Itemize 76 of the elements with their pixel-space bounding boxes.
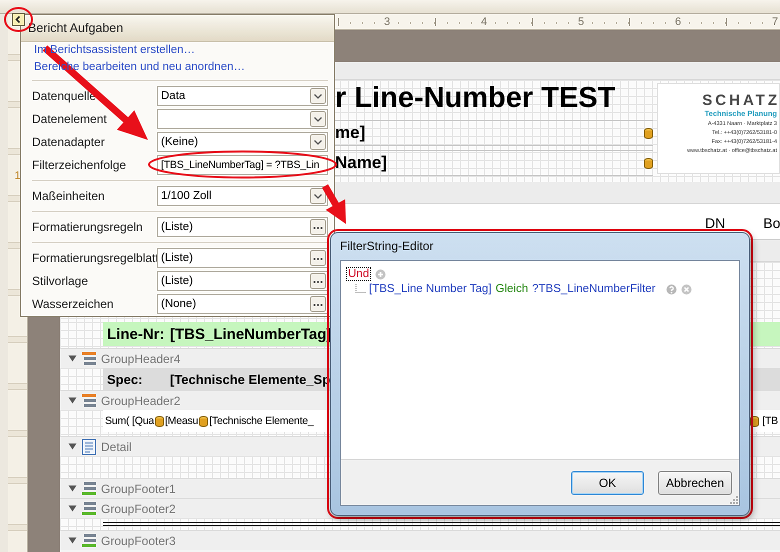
dialog-button[interactable]: OK — [571, 470, 644, 494]
property-label: Wasserzeichen — [32, 296, 115, 310]
property-label: Formatierungsregelblatt — [32, 250, 157, 264]
field-text: [TB — [762, 415, 778, 427]
database-icon — [644, 158, 653, 168]
band-name: GroupHeader4 — [101, 352, 180, 366]
property-label: Formatierungsregeln — [32, 220, 144, 234]
band-footer-icon — [81, 500, 97, 516]
annotation-arrow — [322, 184, 346, 224]
field-text: [Technische Elemente_ — [209, 415, 314, 427]
operator[interactable]: Gleich — [496, 283, 528, 295]
dropdown-field[interactable]: (Liste) — [157, 216, 328, 236]
ellipsis-button[interactable] — [310, 296, 326, 312]
property-label: Datenelement — [32, 112, 108, 126]
property-label: Maßeinheiten — [32, 188, 106, 202]
band-name: GroupFooter3 — [101, 534, 176, 548]
band-footer-icon — [81, 532, 97, 548]
band-name: GroupFooter2 — [101, 502, 176, 516]
caret-icon[interactable] — [68, 443, 77, 450]
database-icon — [644, 128, 653, 138]
text-field[interactable]: [TBS_LineNumberTag] = ?TBS_Lin — [157, 154, 328, 174]
parameter-value[interactable]: ?TBS_LineNumberFilter — [532, 283, 656, 295]
row-label: Line-Nr: — [106, 326, 166, 342]
column-header: DN — [705, 214, 726, 230]
field-text: me] — [335, 123, 366, 143]
database-icon — [154, 416, 164, 426]
dropdown-field[interactable]: Data — [157, 86, 328, 106]
collapse-button[interactable] — [12, 13, 25, 26]
field-text: Name] — [335, 153, 387, 173]
ellipsis-button[interactable] — [310, 250, 326, 266]
field-text: [Measu — [164, 415, 198, 427]
property-label: Filterzeichenfolge — [32, 158, 128, 172]
ellipsis-button[interactable] — [310, 272, 326, 288]
field-name[interactable]: [TBS_Line Number Tag] — [369, 283, 492, 295]
ruler-number: 4 — [478, 18, 490, 26]
dialog-button[interactable]: Abbrechen — [658, 470, 732, 494]
field-text: Sum( [Qua — [105, 415, 154, 427]
band-header-icon — [81, 350, 97, 366]
row-label: Spec: — [106, 372, 144, 386]
ruler-number: 6 — [672, 18, 684, 26]
caret-icon[interactable] — [68, 505, 77, 512]
logo-name: SCHATZ — [702, 92, 780, 109]
band-name: Detail — [101, 440, 132, 454]
dropdown-button[interactable] — [310, 188, 326, 204]
band-footer-icon — [81, 480, 97, 496]
panel-title: Bericht Aufgaben — [28, 21, 124, 35]
column-header: Bo — [763, 214, 780, 230]
property-label: Datenquelle — [32, 88, 98, 102]
ellipsis-button[interactable] — [310, 218, 326, 234]
dialog-title: FilterString-Editor — [339, 238, 434, 255]
dropdown-field[interactable]: (Liste) — [157, 248, 328, 268]
caret-icon[interactable] — [68, 485, 77, 492]
ruler-number: 3 — [382, 18, 392, 26]
ruler-number: 7 — [770, 18, 780, 26]
dropdown-field[interactable]: (Keine) — [157, 132, 328, 152]
band-name: GroupHeader2 — [101, 394, 180, 408]
dropdown-field[interactable]: (Liste) — [157, 270, 328, 290]
dropdown-field[interactable]: (None) — [157, 294, 328, 314]
caret-icon[interactable] — [68, 355, 77, 362]
band-header-icon — [81, 392, 97, 408]
property-label: Datenadapter — [32, 134, 106, 148]
dropdown-button[interactable] — [310, 134, 326, 150]
dropdown-button[interactable] — [310, 88, 326, 104]
dropdown-field[interactable] — [157, 108, 328, 128]
resize-grip-icon[interactable] — [730, 496, 738, 504]
dropdown-field[interactable]: 1/100 Zoll — [157, 186, 328, 206]
caret-icon[interactable] — [68, 397, 77, 404]
band-name: GroupFooter1 — [101, 482, 176, 496]
dropdown-button[interactable] — [310, 110, 326, 126]
tree-connector — [355, 284, 367, 294]
group-operator[interactable]: Und — [346, 267, 372, 281]
report-title: r Line-Number TEST — [335, 81, 616, 116]
property-label: Stilvorlage — [32, 274, 90, 288]
ruler-number: 5 — [576, 18, 586, 26]
database-icon — [199, 416, 208, 426]
caret-icon[interactable] — [68, 537, 77, 544]
